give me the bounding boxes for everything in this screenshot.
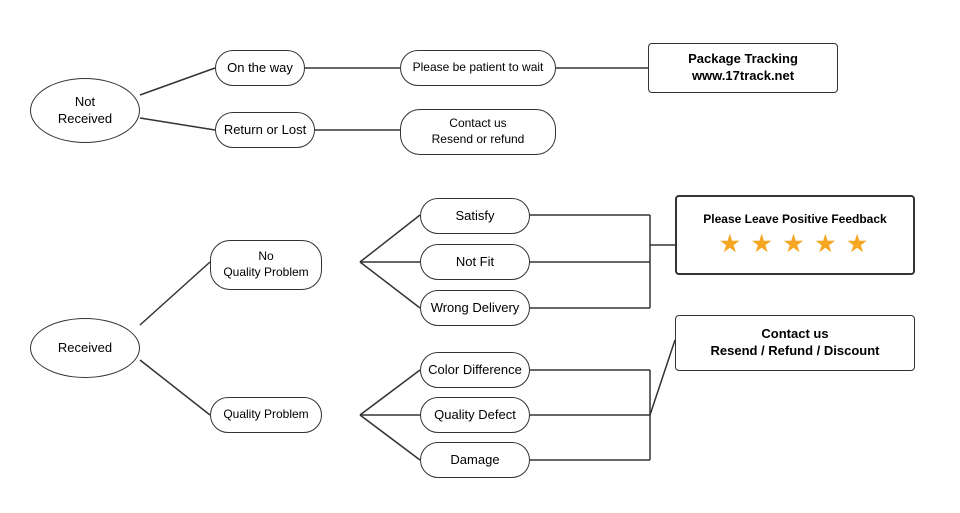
color-difference-node: Color Difference <box>420 352 530 388</box>
contact-resend-node: Contact us Resend or refund <box>400 109 556 155</box>
received-node: Received <box>30 318 140 378</box>
not-received-node: Not Received <box>30 78 140 143</box>
stars-icon: ★ ★ ★ ★ ★ <box>720 230 870 259</box>
no-quality-problem-node: No Quality Problem <box>210 240 322 290</box>
feedback-text: Please Leave Positive Feedback <box>703 212 886 228</box>
feedback-node: Please Leave Positive Feedback ★ ★ ★ ★ ★ <box>675 195 915 275</box>
on-the-way-node: On the way <box>215 50 305 86</box>
quality-problem-node: Quality Problem <box>210 397 322 433</box>
quality-defect-node: Quality Defect <box>420 397 530 433</box>
contact-resend2-node: Contact us Resend / Refund / Discount <box>675 315 915 371</box>
satisfy-node: Satisfy <box>420 198 530 234</box>
diagram: Not Received On the way Please be patien… <box>0 0 960 513</box>
package-tracking-node: Package Tracking www.17track.net <box>648 43 838 93</box>
damage-node: Damage <box>420 442 530 478</box>
patient-node: Please be patient to wait <box>400 50 556 86</box>
wrong-delivery-node: Wrong Delivery <box>420 290 530 326</box>
not-fit-node: Not Fit <box>420 244 530 280</box>
return-or-lost-node: Return or Lost <box>215 112 315 148</box>
